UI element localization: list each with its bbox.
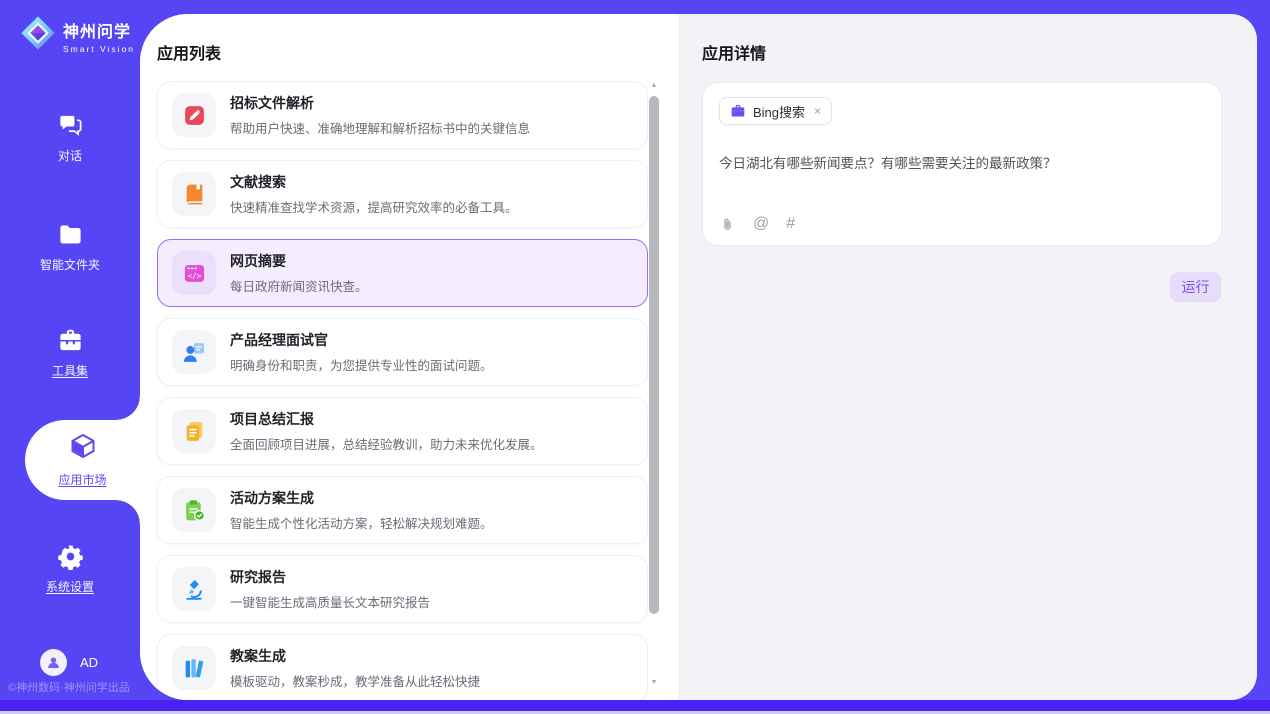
app-card-research-report[interactable]: 研究报告 一键智能生成高质量长文本研究报告 [157,555,648,623]
tool-tag-label: Bing搜索 [753,102,805,121]
run-button[interactable]: 运行 [1170,272,1221,302]
toolbox-icon [0,327,140,354]
cube-icon [69,447,97,464]
app-list-title: 应用列表 [157,40,221,64]
sidebar-item-label: 对话 [0,147,140,164]
diamond-logo-icon [20,15,56,56]
sidebar-item-label: 系统设置 [0,578,140,595]
scroll-up-arrow-icon[interactable]: ▲ [648,82,660,89]
clipboard-check-icon [172,488,216,532]
app-card-title: 招标文件解析 [230,93,530,113]
webpage-code-icon: </> [172,251,216,295]
brand-logo: 神州问学 Smart Vision [20,15,135,56]
user-name: AD [80,655,98,670]
app-card-title: 文献搜索 [230,172,518,192]
hash-icon[interactable]: # [786,215,795,233]
close-icon[interactable]: × [814,104,821,118]
brand-subtitle: Smart Vision [63,44,135,54]
sidebar-item-label: 工具集 [0,362,140,379]
book-icon [172,172,216,216]
app-list-panel: 应用列表 招标文件解析 帮助用户快速、准确地理解和解析招标书中的关键信息 [140,14,678,700]
app-card-title: 活动方案生成 [230,488,493,508]
app-detail-title: 应用详情 [702,40,766,64]
edit-doc-icon [172,93,216,137]
scrollbar-thumb[interactable] [649,96,659,614]
app-list: 招标文件解析 帮助用户快速、准确地理解和解析招标书中的关键信息 文献搜索 快速精… [157,81,648,700]
tool-tag-bing-search[interactable]: Bing搜索 × [719,97,832,125]
app-card-desc: 全面回顾项目进展，总结经验教训，助力未来优化发展。 [230,434,543,453]
microscope-icon [172,567,216,611]
app-card-title: 网页摘要 [230,251,368,271]
sidebar-item-smart-folder[interactable]: 智能文件夹 [0,221,140,273]
sidebar-item-chat[interactable]: 对话 [0,112,140,164]
svg-text:</>: </> [187,271,201,280]
books-icon [172,646,216,690]
brand-name: 神州问学 [63,18,135,42]
user-account[interactable]: AD [40,649,98,676]
app-card-desc: 帮助用户快速、准确地理解和解析招标书中的关键信息 [230,118,530,137]
sidebar-item-toolset[interactable]: 工具集 [0,327,140,379]
app-card-desc: 智能生成个性化活动方案，轻松解决规划难题。 [230,513,493,532]
attachment-icon[interactable] [719,216,736,233]
copyright-footer: ©神州数码·神州问学出品 [8,679,130,695]
folder-icon [0,221,140,248]
sidebar-item-label: 智能文件夹 [0,256,140,273]
app-card-bid-parse[interactable]: 招标文件解析 帮助用户快速、准确地理解和解析招标书中的关键信息 [157,81,648,149]
app-card-event-plan[interactable]: 活动方案生成 智能生成个性化活动方案，轻松解决规划难题。 [157,476,648,544]
mention-icon[interactable]: @ [753,215,769,233]
app-card-desc: 每日政府新闻资讯快查。 [230,276,368,295]
sidebar-item-app-market[interactable]: 应用市场 [25,420,140,500]
prompt-card: Bing搜索 × 今日湖北有哪些新闻要点？有哪些需要关注的最新政策？ @ # [702,82,1222,246]
app-card-desc: 快速精准查找学术资源，提高研究效率的必备工具。 [230,197,518,216]
app-card-title: 项目总结汇报 [230,409,543,429]
scroll-down-arrow-icon[interactable]: ▼ [648,679,660,686]
app-list-scrollbar: ▲ ▼ [648,82,660,686]
app-card-literature-search[interactable]: 文献搜索 快速精准查找学术资源，提高研究效率的必备工具。 [157,160,648,228]
bottom-frame-strip [0,700,1270,711]
app-card-desc: 模板驱动，教案秒成，教学准备从此轻松快捷 [230,671,480,690]
app-detail-panel: 应用详情 Bing搜索 × 今日湖北有哪些新闻要点？有哪些需要关注的最新政策？ [678,14,1257,700]
app-card-desc: 明确身份和职责，为您提供专业性的面试问题。 [230,355,493,374]
app-card-title: 研究报告 [230,567,430,587]
app-card-pm-interviewer[interactable]: 产品经理面试官 明确身份和职责，为您提供专业性的面试问题。 [157,318,648,386]
app-card-desc: 一键智能生成高质量长文本研究报告 [230,592,430,611]
composer-toolbar: @ # [719,215,795,233]
sidebar: 神州问学 Smart Vision 对话 智能文件夹 工具集 [0,0,140,714]
prompt-input[interactable]: 今日湖北有哪些新闻要点？有哪些需要关注的最新政策？ [719,152,1205,172]
sidebar-item-settings[interactable]: 系统设置 [0,543,140,595]
interviewer-icon [172,330,216,374]
avatar [40,649,67,676]
app-card-project-summary[interactable]: 项目总结汇报 全面回顾项目进展，总结经验教训，助力未来优化发展。 [157,397,648,465]
briefcase-icon [730,103,746,119]
app-card-lesson-plan[interactable]: 教案生成 模板驱动，教案秒成，教学准备从此轻松快捷 [157,634,648,700]
gear-icon [0,543,140,570]
app-card-title: 教案生成 [230,646,480,666]
sidebar-item-label: 应用市场 [25,471,140,488]
main-content: 应用列表 招标文件解析 帮助用户快速、准确地理解和解析招标书中的关键信息 [140,14,1257,700]
report-docs-icon [172,409,216,453]
chat-icon [0,112,140,139]
app-card-title: 产品经理面试官 [230,330,493,350]
app-card-web-summary[interactable]: </> 网页摘要 每日政府新闻资讯快查。 [157,239,648,307]
